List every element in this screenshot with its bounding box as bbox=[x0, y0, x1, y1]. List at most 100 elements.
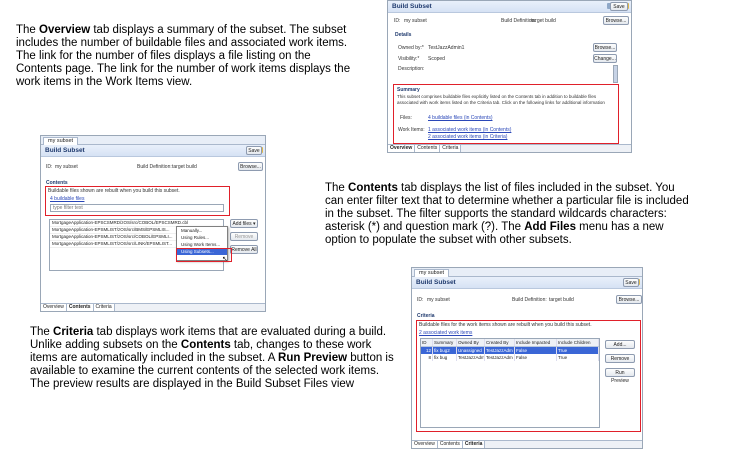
buildable-files-count-link[interactable]: 4 buildable files bbox=[50, 196, 84, 202]
id-value: my subset bbox=[55, 164, 78, 170]
overview-term: Overview bbox=[39, 24, 91, 36]
contents-term: Contents bbox=[348, 182, 398, 194]
tab-overview[interactable]: Overview bbox=[412, 441, 438, 448]
add-work-item-button[interactable]: Add... bbox=[605, 340, 635, 349]
cell-created-by: TestJazzAdm bbox=[485, 347, 515, 354]
work-items-criteria-link[interactable]: 2 associated work items (in Criteria) bbox=[428, 134, 507, 140]
table-row[interactable]: 8 fix bug TestJazzAdm TestJazzAdm False … bbox=[421, 354, 599, 361]
tab-criteria[interactable]: Criteria bbox=[93, 304, 115, 311]
add-files-term: Add Files bbox=[524, 221, 576, 233]
tab-criteria[interactable]: Criteria bbox=[462, 441, 486, 448]
overview-text-pre: The bbox=[16, 24, 40, 36]
summary-section-title: Summary bbox=[397, 87, 420, 93]
editor-tab-my-subset[interactable]: my subset bbox=[414, 269, 450, 277]
visibility-label: Visibility:* bbox=[398, 56, 420, 62]
tab-contents[interactable]: Contents bbox=[66, 304, 94, 311]
remove-all-button[interactable]: Remove All bbox=[230, 245, 258, 254]
criteria-screenshot: my subset Build Subset Save ID: my subse… bbox=[411, 267, 643, 449]
tab-contents[interactable]: Contents bbox=[437, 441, 463, 448]
build-definition-value: target build bbox=[549, 297, 574, 303]
work-items-table[interactable]: ID Summary Owned By Created By Include I… bbox=[420, 338, 600, 428]
owner-browse-button[interactable]: Browse... bbox=[593, 43, 617, 52]
build-definition-value: target build bbox=[531, 18, 556, 24]
column-header-include-impacted[interactable]: Include Impacted bbox=[515, 339, 557, 346]
column-header-id[interactable]: ID bbox=[421, 339, 433, 346]
cell-summary: fix bug2 bbox=[433, 347, 457, 354]
tab-overview[interactable]: Overview bbox=[388, 145, 416, 152]
build-definition-value: target build bbox=[172, 164, 197, 170]
editor-page-tabs: Overview Contents Criteria bbox=[412, 440, 642, 448]
chevron-down-icon: ▾ bbox=[253, 221, 256, 227]
contents-description: The Contents tab displays the list of fi… bbox=[325, 182, 695, 247]
visibility-change-button[interactable]: Change... bbox=[593, 54, 617, 63]
editor-tab-my-subset[interactable]: my subset bbox=[43, 137, 79, 145]
cell-id: 12 bbox=[421, 347, 433, 354]
column-header-summary[interactable]: Summary bbox=[433, 339, 457, 346]
tab-contents[interactable]: Contents bbox=[415, 145, 441, 152]
details-section-title: Details bbox=[395, 32, 412, 38]
overview-description: The Overview tab displays a summary of t… bbox=[16, 24, 356, 89]
contents-text-pre: The bbox=[325, 182, 349, 194]
add-files-dropdown-button[interactable]: Add files ▾ bbox=[230, 219, 258, 228]
cell-include-children: True bbox=[557, 354, 599, 361]
editor-title: Build Subset bbox=[416, 279, 456, 286]
menu-item-manually[interactable]: Manually... bbox=[177, 227, 227, 234]
cell-owned-by: Unassigned bbox=[457, 347, 485, 354]
cell-include-impacted: False bbox=[515, 347, 557, 354]
criteria-note: Buildable files for the work items shown… bbox=[419, 322, 592, 328]
contents-term-2: Contents bbox=[180, 339, 231, 351]
files-label: Files: bbox=[400, 115, 412, 121]
criteria-term: Criteria bbox=[53, 326, 94, 338]
browse-button[interactable]: Browse... bbox=[238, 162, 263, 171]
add-files-label: Add files bbox=[232, 221, 252, 227]
remove-work-item-button[interactable]: Remove bbox=[605, 354, 635, 363]
run-preview-button[interactable]: Run Preview bbox=[605, 368, 635, 384]
editor-tab-bar: my subset bbox=[412, 268, 642, 277]
editor-page-tabs: Overview Contents Criteria bbox=[41, 303, 265, 311]
cell-summary: fix bug bbox=[433, 354, 457, 361]
editor-header: Build Subset Save bbox=[412, 277, 642, 289]
work-items-contents-link[interactable]: 1 associated work items (in Contents) bbox=[428, 127, 511, 133]
criteria-text-pre: The bbox=[30, 326, 54, 338]
editor-header: Build Subset Save bbox=[41, 145, 265, 157]
id-label: ID: bbox=[417, 297, 424, 303]
criteria-section-title: Criteria bbox=[417, 313, 435, 319]
tab-overview[interactable]: Overview bbox=[41, 304, 67, 311]
column-header-created-by[interactable]: Created By bbox=[485, 339, 515, 346]
save-button[interactable]: Save bbox=[246, 146, 262, 155]
editor-header: Build Subset Save bbox=[388, 1, 631, 13]
description-label: Description: bbox=[398, 66, 425, 72]
criteria-description: The Criteria tab displays work items tha… bbox=[30, 326, 400, 391]
menu-item-using-rules[interactable]: Using Rules... bbox=[177, 234, 227, 241]
visibility-value: Scoped bbox=[428, 56, 445, 62]
cell-include-impacted: False bbox=[515, 354, 557, 361]
tab-criteria[interactable]: Criteria bbox=[440, 145, 462, 152]
filter-input[interactable] bbox=[50, 204, 224, 212]
column-header-include-children[interactable]: Include Children bbox=[557, 339, 599, 346]
id-label: ID: bbox=[394, 18, 401, 24]
id-value: my subset bbox=[404, 18, 427, 24]
summary-text: This subset comprises buildable files ex… bbox=[397, 94, 605, 105]
browse-button[interactable]: Browse... bbox=[603, 16, 629, 25]
build-definition-label: Build Definition: bbox=[137, 164, 172, 170]
editor-title: Build Subset bbox=[45, 147, 85, 154]
save-button[interactable]: Save bbox=[623, 278, 639, 287]
browse-button[interactable]: Browse... bbox=[616, 295, 642, 304]
description-scrollbar[interactable] bbox=[613, 65, 618, 83]
work-items-count-link[interactable]: 2 associated work items bbox=[419, 330, 472, 336]
table-row[interactable]: 12 fix bug2 Unassigned TestJazzAdm False… bbox=[421, 347, 599, 354]
save-button[interactable]: Save bbox=[610, 2, 628, 11]
mouse-cursor-icon: ↖ bbox=[222, 256, 228, 263]
contents-note: Buildable files shown are rebuilt when y… bbox=[48, 188, 180, 194]
overview-screenshot: Build Subset Save ID: my subset Build De… bbox=[387, 0, 632, 153]
buildable-files-link[interactable]: 4 buildable files (in Contents) bbox=[428, 115, 492, 121]
contents-screenshot: my subset Build Subset Save ID: my subse… bbox=[40, 135, 266, 312]
menu-item-using-work-items[interactable]: Using Work Items... bbox=[177, 241, 227, 248]
column-header-owned-by[interactable]: Owned By bbox=[457, 339, 485, 346]
run-preview-term: Run Preview bbox=[278, 352, 348, 364]
id-value: my subset bbox=[427, 297, 450, 303]
cell-id: 8 bbox=[421, 354, 433, 361]
remove-button[interactable]: Remove bbox=[230, 232, 258, 241]
cell-include-children: True bbox=[557, 347, 599, 354]
work-items-label: Work Items: bbox=[398, 127, 425, 133]
